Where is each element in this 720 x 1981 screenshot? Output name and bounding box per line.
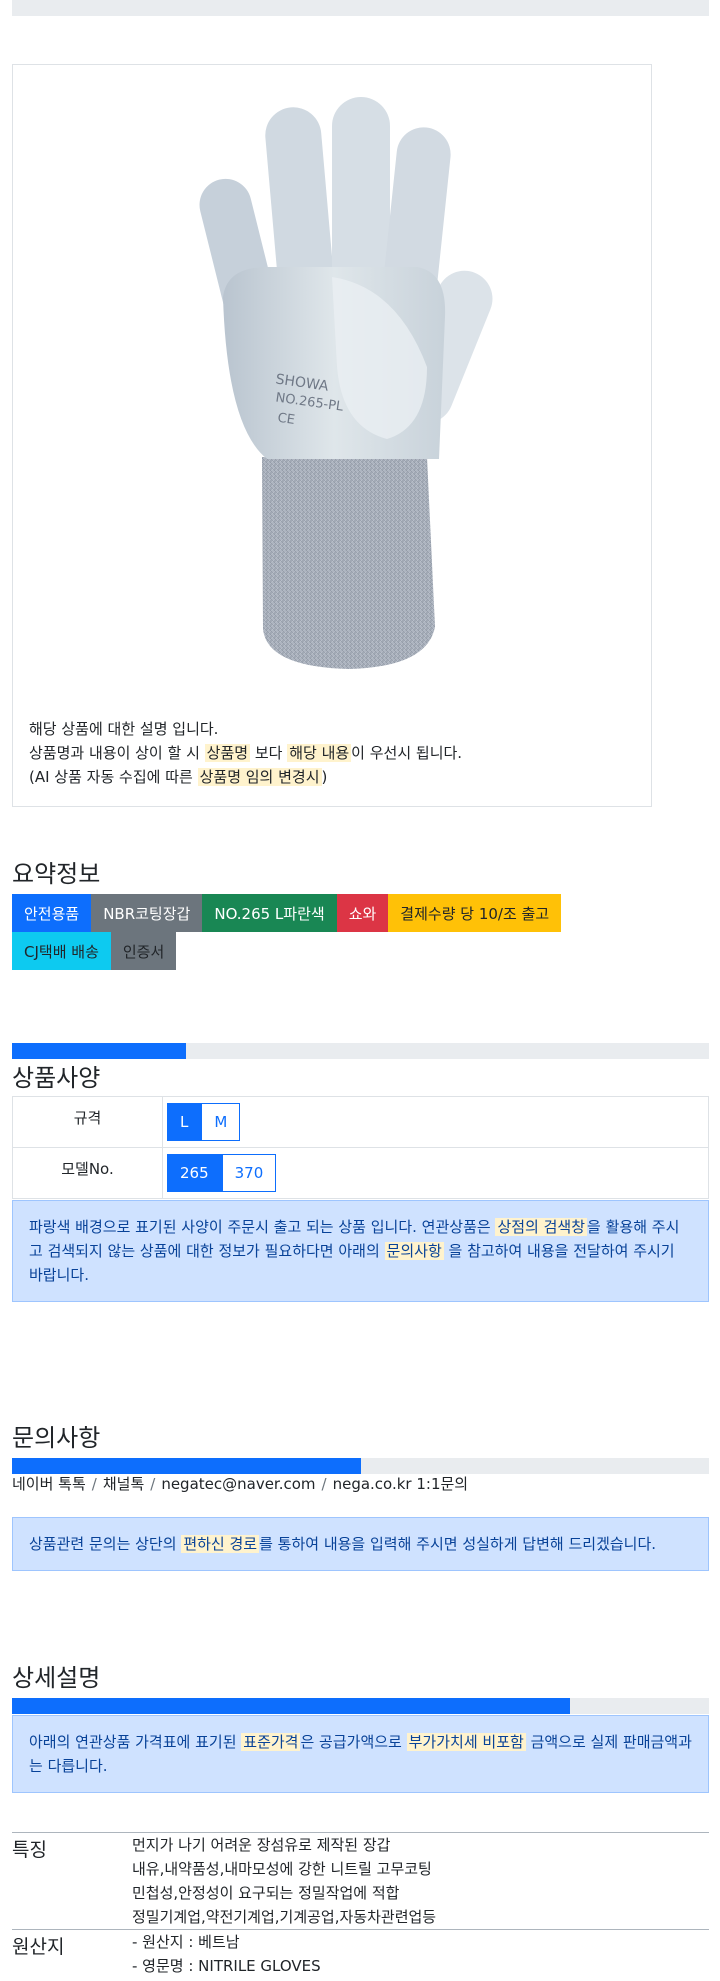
spec-table: 규격 L M 모델No. 265 370 [12,1096,709,1199]
highlight-content: 해당 내용 [287,744,352,762]
separator: / [321,1475,327,1493]
feature-item: 내유,내약품성,내마모성에 강한 니트릴 고무코팅 [132,1860,432,1878]
origin-item: - 영문명 : NITRILE GLOVES [132,1957,321,1975]
summary-badge: 결제수량 당 10/조 출고 [388,894,562,932]
text: 파랑색 배경으로 표기된 사양이 주문시 출고 되는 상품 입니다. 연관상품은 [29,1218,496,1236]
highlight-route: 편하신 경로 [181,1535,260,1553]
ce-mark: CE [277,411,296,428]
text: 상품명과 내용이 상이 할 시 [29,744,205,762]
origin-list: - 원산지 : 베트남 - 영문명 : NITRILE GLOVES [132,1930,321,1978]
highlight-name-change: 상품명 임의 변경시 [197,768,322,786]
option-button[interactable]: 265 [167,1154,222,1192]
spec-label: 규격 [12,1096,163,1148]
separator: / [91,1475,97,1493]
text: (AI 상품 자동 수집에 따른 [29,768,198,786]
summary-badge: 인증서 [110,932,177,970]
option-button[interactable]: 370 [221,1154,277,1192]
contact-links: 네이버 톡톡 / 채널톡 / negatec@naver.com / nega.co.kr … [12,1473,468,1494]
progress-fill [12,1043,187,1059]
highlight-store-search: 상점의 검색창 [495,1218,588,1236]
summary-badge: 안전용품 [12,894,92,932]
option-button[interactable]: L [167,1103,202,1141]
contact-link[interactable]: 네이버 톡톡 [12,1475,86,1493]
highlight-inquiry: 문의사항 [384,1242,444,1260]
product-description: 해당 상품에 대한 설명 입니다. 상품명과 내용이 상이 할 시 상품명 보다… [29,717,639,789]
option-button[interactable]: M [201,1103,241,1141]
progress-fill [12,1458,361,1474]
option-group: 265 370 [167,1154,277,1192]
product-card: SHOWA NO.265-PL CE 해당 상품에 대한 설명 입니다. 상품명… [12,64,652,807]
progress-fill [12,1698,570,1714]
inquiry-title: 문의사항 [12,1424,101,1452]
description-line-1: 해당 상품에 대한 설명 입니다. [29,720,219,738]
product-image: SHOWA NO.265-PL CE [127,67,551,697]
summary-badge: NO.265 L파란색 [202,894,337,932]
text: 이 우선시 됩니다. [351,744,463,762]
description-line-3: (AI 상품 자동 수집에 따른 상품명 임의 변경시) [29,765,639,789]
summary-badges: 안전용품 NBR코팅장갑 NO.265 L파란색 쇼와 결제수량 당 10/조 출고 C… [12,894,632,970]
description-line-2: 상품명과 내용이 상이 할 시 상품명 보다 해당 내용 이 우선시 됩니다. [29,741,639,765]
top-divider-bar [12,0,709,16]
feature-item: 민첩성,안정성이 요구되는 정밀작업에 적합 [132,1884,400,1902]
feature-table: 특징 먼지가 나기 어려운 장섬유로 제작된 장갑내유,내약품성,내마모성에 강… [12,1832,709,1978]
origin-row: 원산지 - 원산지 : 베트남 - 영문명 : NITRILE GLOVES [12,1930,709,1978]
features-label: 특징 [12,1839,47,1861]
separator: / [150,1475,156,1493]
highlight-product-name: 상품명 [204,744,251,762]
spec-options: 265 370 [162,1147,709,1199]
text: 를 통하여 내용을 입력해 주시면 성실하게 답변해 드리겠습니다. [259,1535,657,1553]
summary-title: 요약정보 [12,860,101,888]
specs-notice: 파랑색 배경으로 표기된 사양이 주문시 출고 되는 상품 입니다. 연관상품은… [12,1200,709,1302]
feature-item: 정밀기계업,약전기계업,기계공업,자동차관련업등 [132,1908,437,1926]
highlight-vat-excluded: 부가가치세 비포함 [406,1733,526,1751]
origin-item: - 원산지 : 베트남 [132,1933,240,1951]
summary-badge: CJ택배 배송 [12,932,111,970]
spec-options: LM [162,1096,709,1148]
spec-label: 모델No. [12,1147,163,1199]
summary-badge: 쇼와 [336,894,389,932]
text: ) [321,768,328,786]
contact-link[interactable]: negatec@naver.com [161,1475,315,1493]
spec-row: 모델No. 265 370 [12,1147,709,1199]
text: 상품관련 문의는 상단의 [29,1535,182,1553]
badge-row: CJ택배 배송 인증서 [12,932,632,970]
feature-item: 먼지가 나기 어려운 장섬유로 제작된 장갑 [132,1836,391,1854]
summary-badge: NBR코팅장갑 [91,894,203,932]
detail-progress-bar [12,1698,709,1714]
detail-notice: 아래의 연관상품 가격표에 표기된 표준가격 은 공급가액으로 부가가치세 비포함… [12,1715,709,1793]
specs-title: 상품사양 [12,1064,101,1092]
contact-link[interactable]: nega.co.kr 1:1문의 [333,1475,469,1493]
feature-row: 특징 먼지가 나기 어려운 장섬유로 제작된 장갑내유,내약품성,내마모성에 강… [12,1833,709,1930]
badge-row: 안전용품 NBR코팅장갑 NO.265 L파란색 쇼와 결제수량 당 10/조 출고 [12,894,632,932]
inquiry-progress-bar [12,1458,709,1474]
inquiry-notice: 상품관련 문의는 상단의 편하신 경로 를 통하여 내용을 입력해 주시면 성실하… [12,1517,709,1571]
features-list: 먼지가 나기 어려운 장섬유로 제작된 장갑내유,내약품성,내마모성에 강한 니… [132,1833,436,1929]
glove-illustration: SHOWA NO.265-PL CE [199,97,493,669]
text: 은 공급가액으로 [300,1733,407,1751]
origin-label: 원산지 [12,1936,65,1958]
detail-title: 상세설명 [12,1664,101,1692]
specs-progress-bar [12,1043,709,1059]
text: 보다 [250,744,288,762]
text: 아래의 연관상품 가격표에 표기된 [29,1733,242,1751]
option-group: LM [167,1103,241,1141]
spec-row: 규격 L M [12,1096,709,1148]
contact-link[interactable]: 채널톡 [103,1475,144,1493]
highlight-standard-price: 표준가격 [241,1733,301,1751]
